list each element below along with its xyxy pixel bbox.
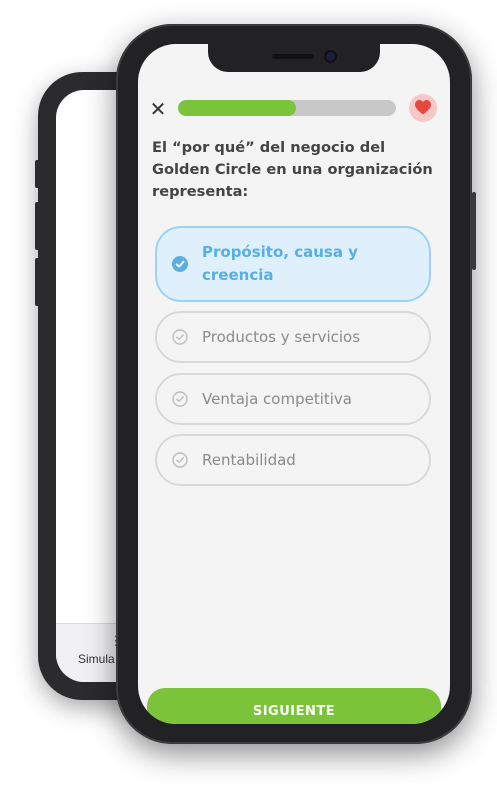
front-phone: ✕ El “por qué” del negocio del Golden Ci… [116,24,476,744]
back-phone-button [35,258,39,306]
check-circle-icon [172,391,188,407]
quiz-screen: ✕ El “por qué” del negocio del Golden Ci… [138,44,450,724]
power-button [472,192,476,270]
answer-option[interactable]: Propósito, causa y creencia [155,226,431,302]
next-button[interactable]: SIGUIENTE [147,688,441,724]
speaker [272,54,314,59]
progress-bar [178,100,396,116]
camera [326,52,335,61]
progress-fill [178,100,296,116]
back-phone-button [35,160,39,188]
notch [208,44,380,72]
heart-icon[interactable] [409,94,437,122]
answer-option-label: Ventaja competitiva [202,390,352,408]
answer-option[interactable]: Productos y servicios [155,311,431,363]
back-tab-label[interactable]: Simula [78,652,115,666]
answer-option-label: Productos y servicios [202,328,361,346]
question-text: El “por qué” del negocio del Golden Circ… [152,139,433,200]
answer-option-label: Rentabilidad [202,451,296,469]
check-circle-icon [172,256,188,272]
check-circle-icon [172,329,188,345]
answer-option[interactable]: Rentabilidad [155,434,431,486]
answer-option-label: Propósito, causa y creencia [202,243,358,284]
answer-option[interactable]: Ventaja competitiva [155,373,431,425]
back-phone-button [35,202,39,250]
check-circle-icon [172,452,188,468]
close-icon[interactable]: ✕ [148,99,168,119]
